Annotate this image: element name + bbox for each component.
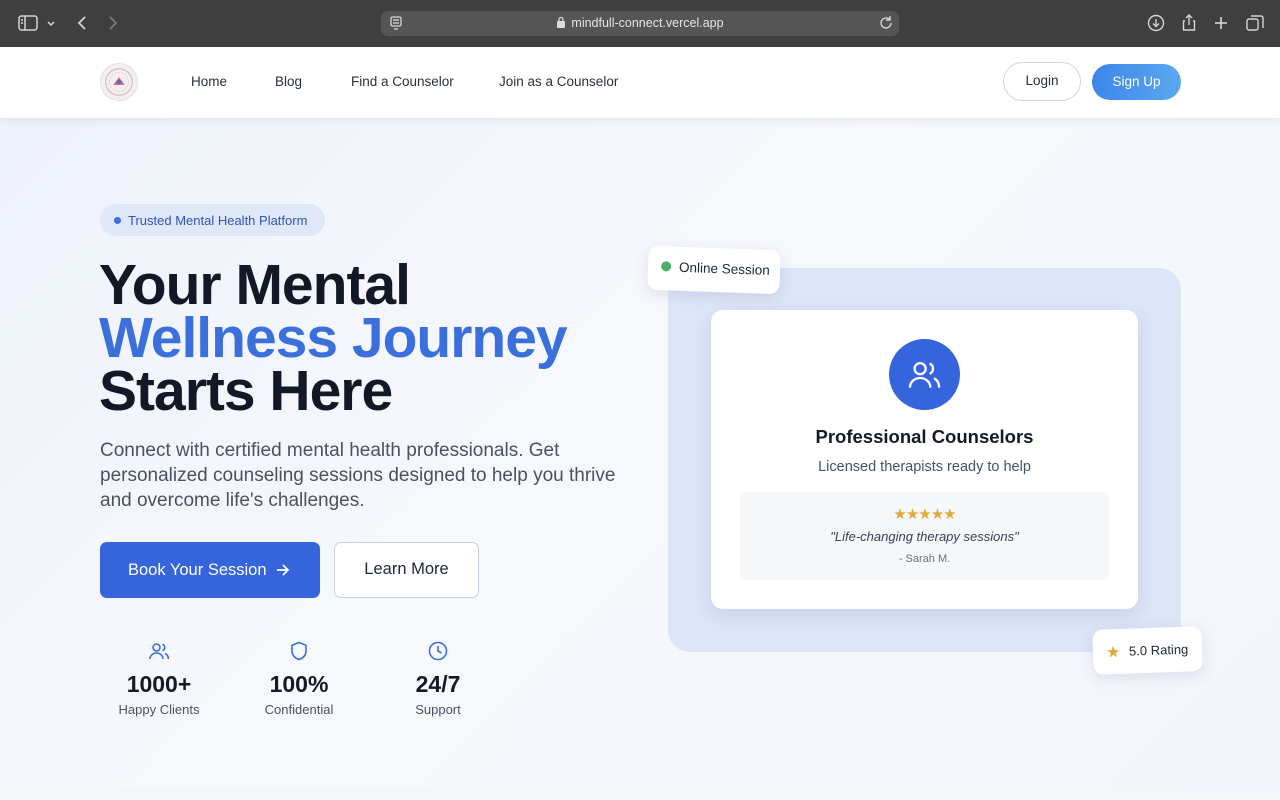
online-status-dot xyxy=(660,261,672,272)
stat-label: Support xyxy=(415,702,461,717)
five-stars-icon: ★★★★★ xyxy=(893,506,956,523)
url-text: mindfull-connect.vercel.app xyxy=(571,16,724,30)
online-session-chip: Online Session xyxy=(647,245,781,295)
rating-label: 5.0 Rating xyxy=(1128,641,1189,659)
stat-happy-clients: 1000+ Happy Clients xyxy=(99,640,219,717)
nav-link-find-counselor[interactable]: Find a Counselor xyxy=(351,74,454,89)
testimonial-author: - Sarah M. xyxy=(898,553,951,565)
card-title: Professional Counselors xyxy=(815,426,1034,447)
shield-icon xyxy=(288,640,310,662)
next-section xyxy=(0,788,1280,800)
users-icon xyxy=(148,640,170,662)
stat-label: Confidential xyxy=(264,702,334,717)
counselors-avatar xyxy=(889,339,960,410)
tab-overview-icon[interactable] xyxy=(1244,12,1266,34)
stat-confidential: 100% Confidential xyxy=(239,640,359,717)
browser-toolbar: mindfull-connect.vercel.app xyxy=(0,0,1280,47)
stat-support: 24/7 Support xyxy=(378,640,498,717)
arrow-right-icon xyxy=(274,561,292,579)
online-session-label: Online Session xyxy=(678,259,771,278)
chevron-down-icon[interactable] xyxy=(44,12,58,34)
rating-chip: ★ 5.0 Rating xyxy=(1092,626,1203,675)
learn-more-button[interactable]: Learn More xyxy=(334,542,479,598)
reload-icon[interactable] xyxy=(877,14,895,32)
nav-link-home[interactable]: Home xyxy=(191,74,227,89)
address-bar[interactable]: mindfull-connect.vercel.app xyxy=(381,11,899,36)
testimonial-box: ★★★★★ "Life-changing therapy sessions" -… xyxy=(740,492,1109,580)
stat-value: 100% xyxy=(269,671,329,697)
lock-icon xyxy=(556,16,566,28)
badge-text: Trusted Mental Health Platform xyxy=(128,213,308,228)
signup-button[interactable]: Sign Up xyxy=(1092,64,1181,100)
share-icon[interactable] xyxy=(1178,12,1200,34)
forward-icon[interactable] xyxy=(102,12,124,34)
login-button[interactable]: Login xyxy=(1003,62,1081,101)
book-session-label: Book Your Session xyxy=(128,561,267,579)
counselor-card: Professional Counselors Licensed therapi… xyxy=(711,310,1138,609)
nav-link-join-counselor[interactable]: Join as a Counselor xyxy=(499,74,618,89)
book-session-button[interactable]: Book Your Session xyxy=(100,542,320,598)
testimonial-quote: "Life-changing therapy sessions" xyxy=(830,529,1019,544)
badge-dot xyxy=(114,217,121,224)
nav-link-blog[interactable]: Blog xyxy=(275,74,302,89)
new-tab-icon[interactable] xyxy=(1210,12,1232,34)
star-icon: ★ xyxy=(1105,643,1121,662)
stat-value: 1000+ xyxy=(126,671,192,697)
sidebar-toggle-icon[interactable] xyxy=(17,12,39,34)
trust-badge: Trusted Mental Health Platform xyxy=(100,204,325,236)
download-icon[interactable] xyxy=(1145,12,1167,34)
clock-icon xyxy=(427,640,449,662)
back-icon[interactable] xyxy=(71,12,93,34)
users-icon xyxy=(908,361,941,388)
card-subtitle: Licensed therapists ready to help xyxy=(818,459,1031,475)
site-logo[interactable] xyxy=(100,63,138,101)
stat-value: 24/7 xyxy=(415,671,461,697)
hero-description: Connect with certified mental health pro… xyxy=(100,440,616,511)
hero-title-line3: Starts Here xyxy=(99,359,393,423)
stat-label: Happy Clients xyxy=(118,702,200,717)
site-navbar: Home Blog Find a Counselor Join as a Cou… xyxy=(0,47,1280,118)
